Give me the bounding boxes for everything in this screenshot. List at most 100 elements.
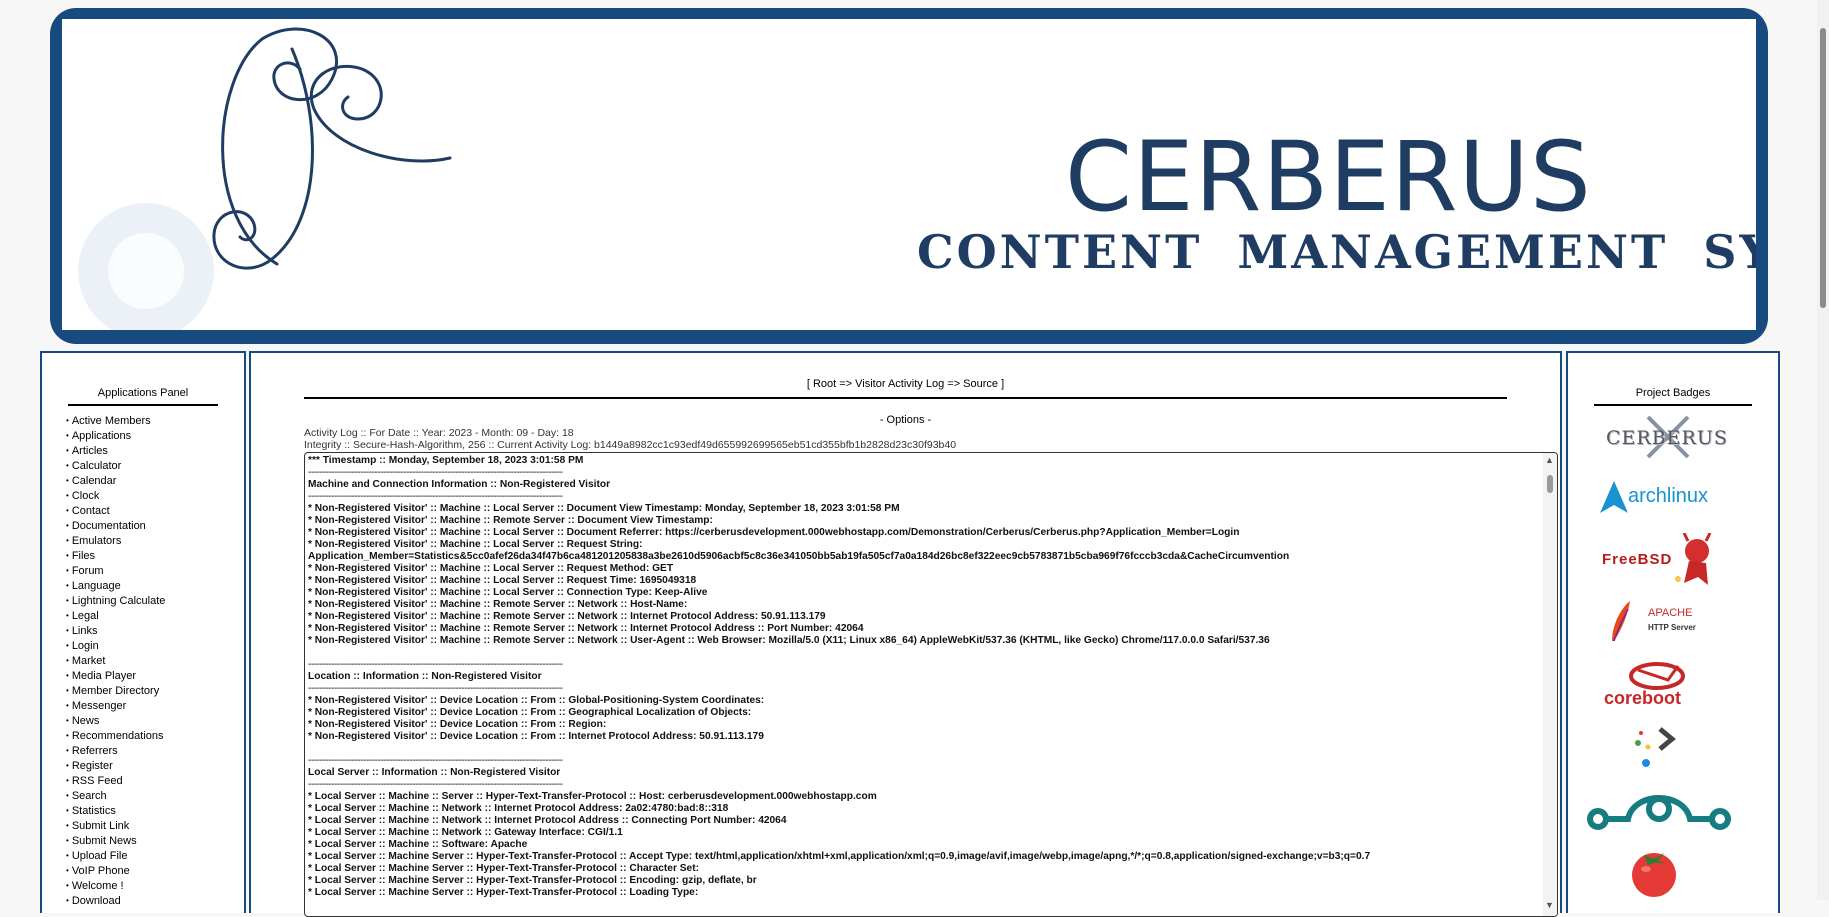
sidebar-link[interactable]: Language xyxy=(72,580,121,592)
activity-log-textarea[interactable]: *** Timestamp :: Monday, September 18, 2… xyxy=(304,452,1558,917)
sidebar-link[interactable]: Submit Link xyxy=(72,820,129,832)
log-line: * Local Server :: Machine :: Network :: … xyxy=(308,815,787,826)
bullet-icon: • xyxy=(66,791,69,800)
scroll-thumb[interactable] xyxy=(1547,475,1553,493)
sidebar-item: • Calendar xyxy=(66,473,165,488)
sidebar-item: • Contact xyxy=(66,503,165,518)
apache-badge-label: APACHE xyxy=(1648,607,1693,619)
sidebar-item: • Active Members xyxy=(66,413,165,428)
log-line: * Non-Registered Visitor' :: Device Loca… xyxy=(308,695,765,706)
log-line: * Non-Registered Visitor' :: Machine :: … xyxy=(308,575,697,586)
bullet-icon: • xyxy=(66,446,69,455)
bullet-icon: • xyxy=(66,431,69,440)
bullet-icon: • xyxy=(66,686,69,695)
archlinux-badge[interactable]: archlinux xyxy=(1568,475,1778,519)
scroll-up-icon[interactable]: ▲ xyxy=(1545,455,1554,465)
log-scrollbar[interactable]: ▲ ▼ xyxy=(1543,453,1557,916)
sidebar-link[interactable]: Applications xyxy=(72,430,131,442)
site-banner: CERBERUS CONTENT MANAGEMENT SYSTEM xyxy=(50,8,1768,344)
bullet-icon: • xyxy=(66,836,69,845)
sidebar-item: • Clock xyxy=(66,488,165,503)
sidebar-link[interactable]: Recommendations xyxy=(72,730,164,742)
sidebar-item: • Calculator xyxy=(66,458,165,473)
bullet-icon: • xyxy=(66,671,69,680)
log-line: Machine and Connection Information :: No… xyxy=(308,479,611,490)
options-link[interactable]: - Options - xyxy=(251,414,1560,426)
sidebar-item: • Files xyxy=(66,548,165,563)
breadcrumb-divider xyxy=(304,397,1507,399)
bullet-icon: • xyxy=(66,536,69,545)
sidebar-link[interactable]: Contact xyxy=(72,505,110,517)
sidebar-link[interactable]: Forum xyxy=(72,565,104,577)
log-line: * Non-Registered Visitor' :: Machine :: … xyxy=(308,527,1240,538)
bullet-icon: • xyxy=(66,596,69,605)
sidebar-item: • Articles xyxy=(66,443,165,458)
sidebar-item: • Applications xyxy=(66,428,165,443)
bullet-icon: • xyxy=(66,641,69,650)
dots-arrow-badge[interactable] xyxy=(1568,725,1778,769)
log-line: * Local Server :: Machine Server :: Hype… xyxy=(308,875,757,886)
sidebar-link[interactable]: Calculator xyxy=(72,460,122,472)
sidebar-item: • Forum xyxy=(66,563,165,578)
sidebar-link[interactable]: News xyxy=(72,715,100,727)
tomato-badge[interactable] xyxy=(1568,847,1778,897)
sidebar-link[interactable]: Login xyxy=(72,640,99,652)
sidebar-item: • Media Player xyxy=(66,668,165,683)
sidebar-link[interactable]: Documentation xyxy=(72,520,146,532)
panel-divider xyxy=(68,404,218,406)
sidebar-link[interactable]: Member Directory xyxy=(72,685,159,697)
sidebar-link[interactable]: Messenger xyxy=(72,700,126,712)
scroll-down-icon[interactable]: ▼ xyxy=(1545,900,1554,910)
apache-badge[interactable]: APACHE HTTP Server xyxy=(1568,599,1778,645)
sidebar-link[interactable]: Upload File xyxy=(72,850,128,862)
page-scrollbar[interactable] xyxy=(1817,0,1829,900)
sidebar-link[interactable]: Files xyxy=(72,550,95,562)
sidebar-link[interactable]: Referrers xyxy=(72,745,118,757)
log-line: Local Server :: Information :: Non-Regis… xyxy=(308,767,561,778)
bullet-icon: • xyxy=(66,566,69,575)
sidebar-link[interactable]: Active Members xyxy=(72,415,151,427)
sidebar-item: • Emulators xyxy=(66,533,165,548)
sidebar-item: • Statistics xyxy=(66,803,165,818)
log-line: * Local Server :: Machine :: Network :: … xyxy=(308,803,729,814)
log-line: * Local Server :: Machine :: Network :: … xyxy=(308,827,623,838)
activity-log-date: Activity Log :: For Date :: Year: 2023 -… xyxy=(304,427,574,439)
lineageos-badge[interactable] xyxy=(1568,779,1778,839)
sidebar-link[interactable]: Statistics xyxy=(72,805,116,817)
freebsd-badge[interactable]: FreeBSD xyxy=(1568,533,1778,587)
sidebar-link[interactable]: Clock xyxy=(72,490,100,502)
sidebar-item: • Language xyxy=(66,578,165,593)
bullet-icon: • xyxy=(66,476,69,485)
sidebar-link[interactable]: Media Player xyxy=(72,670,136,682)
log-line: ----------------------------------------… xyxy=(308,779,563,790)
sidebar-item: • Referrers xyxy=(66,743,165,758)
bullet-icon: • xyxy=(66,656,69,665)
log-line: *** Timestamp :: Monday, September 18, 2… xyxy=(308,455,584,466)
bullet-icon: • xyxy=(66,626,69,635)
coreboot-badge-label: coreboot xyxy=(1604,688,1682,708)
sidebar-item: • Market xyxy=(66,653,165,668)
sidebar-link[interactable]: VoIP Phone xyxy=(72,865,130,877)
sidebar-link[interactable]: Articles xyxy=(72,445,108,457)
sidebar-link[interactable]: Submit News xyxy=(72,835,137,847)
sidebar-link[interactable]: Download xyxy=(72,895,121,907)
log-line: * Local Server :: Machine Server :: Hype… xyxy=(308,851,1371,862)
bullet-icon: • xyxy=(66,851,69,860)
sidebar-link[interactable]: Calendar xyxy=(72,475,117,487)
cerberus-badge[interactable]: CERBERUS xyxy=(1568,413,1778,465)
sidebar-link[interactable]: RSS Feed xyxy=(72,775,123,787)
sidebar-link[interactable]: Lightning Calculate xyxy=(72,595,166,607)
applications-panel: Applications Panel • Active Members • Appli… xyxy=(40,351,246,913)
sidebar-link[interactable]: Market xyxy=(72,655,106,667)
sidebar-link[interactable]: Legal xyxy=(72,610,99,622)
sidebar-link[interactable]: Register xyxy=(72,760,113,772)
page-scroll-thumb[interactable] xyxy=(1820,28,1826,308)
coreboot-badge[interactable]: coreboot xyxy=(1568,658,1778,710)
log-line: * Non-Registered Visitor' :: Machine :: … xyxy=(308,515,713,526)
sidebar-link[interactable]: Emulators xyxy=(72,535,122,547)
sidebar-link[interactable]: Search xyxy=(72,790,107,802)
sidebar-link[interactable]: Welcome ! xyxy=(72,880,124,892)
apache-feather-icon xyxy=(1612,601,1630,642)
sidebar-link[interactable]: Links xyxy=(72,625,98,637)
